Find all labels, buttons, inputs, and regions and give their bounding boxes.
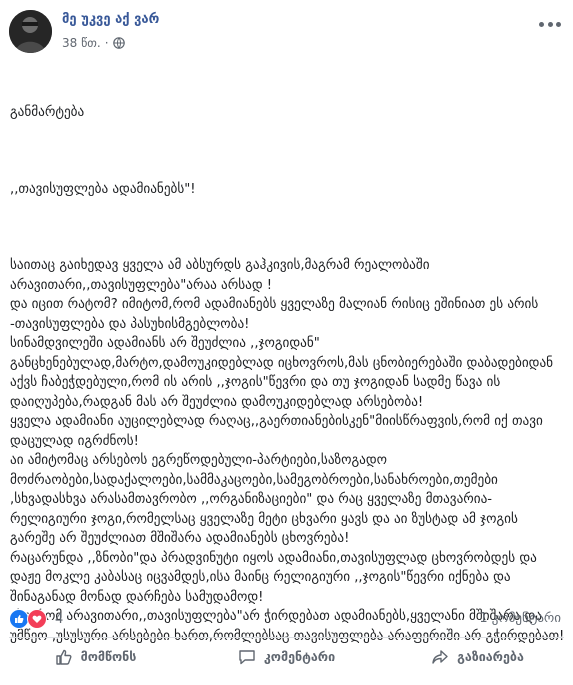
post-time[interactable]: 38 წთ. bbox=[62, 36, 101, 50]
like-reaction-icon bbox=[9, 609, 29, 629]
post-body: განმარტება ,,თავისუფლება ადამიანებს"! სა… bbox=[10, 64, 566, 685]
comment-button-label: კომენტარი bbox=[263, 649, 336, 664]
divider bbox=[9, 637, 564, 638]
comment-icon bbox=[239, 649, 255, 664]
comments-count[interactable]: 1 კომენტარი bbox=[479, 611, 561, 626]
dot-separator: · bbox=[104, 36, 109, 50]
post-header: მე უკვე აქ ვარ 38 წთ. · bbox=[0, 0, 573, 70]
post-actions: მომწონს კომენტარი გაზიარება bbox=[0, 640, 573, 673]
reaction-count: 4 bbox=[55, 611, 64, 627]
globe-icon[interactable] bbox=[112, 37, 125, 49]
more-options-icon[interactable] bbox=[539, 18, 561, 30]
share-icon bbox=[432, 649, 448, 664]
reactions-summary[interactable]: 4 bbox=[9, 608, 63, 630]
post-paragraph: საითაც გაიხედავ ყველა ამ აბსურდს გაჰკივი… bbox=[10, 258, 565, 644]
like-button[interactable]: მომწონს bbox=[0, 640, 191, 673]
like-button-label: მომწონს bbox=[80, 649, 137, 664]
post-card: მე უკვე აქ ვარ 38 წთ. · განმარტება ,,თავ… bbox=[0, 0, 573, 673]
thumbs-up-icon bbox=[55, 649, 72, 665]
share-button-label: გაზიარება bbox=[457, 649, 524, 664]
love-reaction-icon bbox=[27, 609, 47, 629]
share-button[interactable]: გაზიარება bbox=[382, 640, 573, 673]
comment-button[interactable]: კომენტარი bbox=[191, 640, 382, 673]
author-avatar[interactable] bbox=[9, 10, 52, 53]
post-paragraph: ,,თავისუფლება ადამიანებს"! bbox=[10, 181, 196, 197]
post-meta: 38 წთ. · bbox=[62, 36, 125, 50]
author-name[interactable]: მე უკვე აქ ვარ bbox=[62, 12, 159, 27]
post-paragraph: განმარტება bbox=[10, 105, 85, 120]
